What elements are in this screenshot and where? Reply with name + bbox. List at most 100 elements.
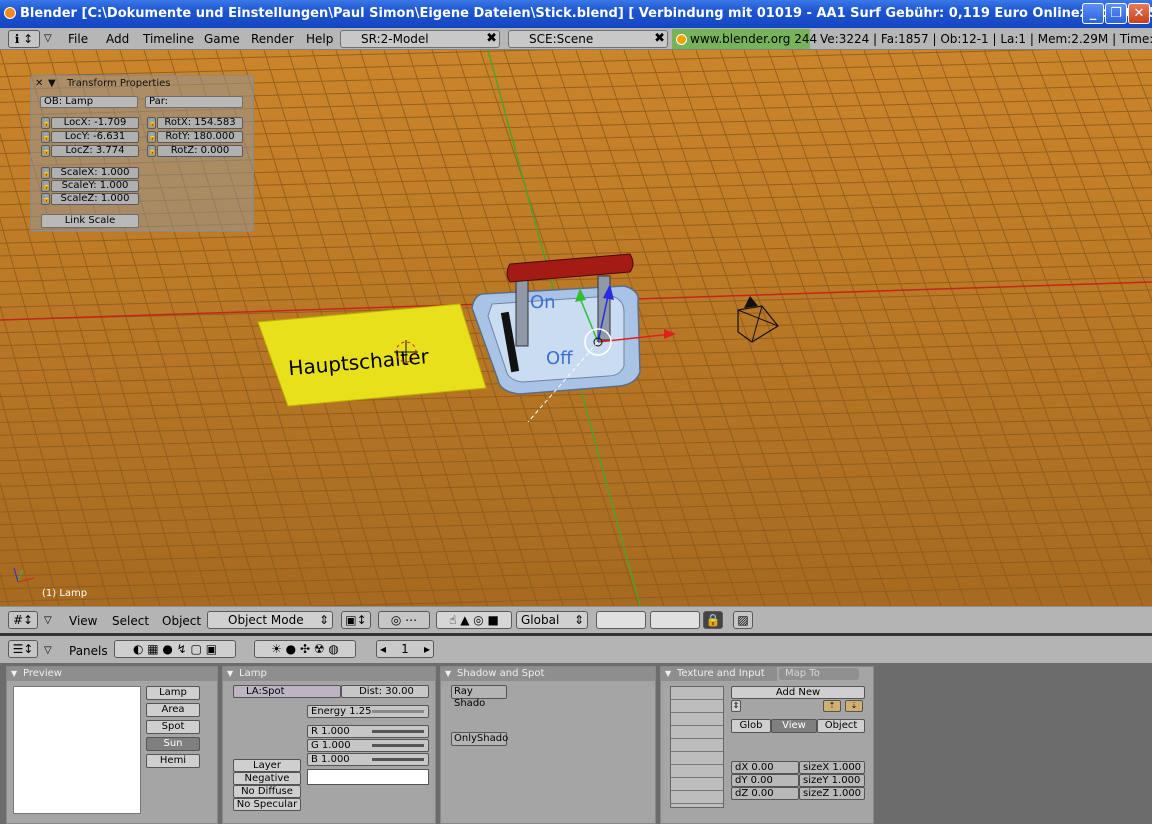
r-label: R 1.000 [311,726,350,737]
delete-screen-icon[interactable]: ✖ [486,31,497,47]
pivot-icon[interactable]: ◎ ⋯ [378,611,430,629]
layer-buttons-1[interactable] [596,611,646,629]
manipulator-icons[interactable]: ☝ ▲ ◎ ■ [436,611,512,629]
render-preview-icon[interactable]: ▨ [733,611,753,629]
lock-layers-icon[interactable]: 🔒 [703,611,723,629]
sizex-field[interactable]: sizeX 1.000 [799,761,865,774]
lock-scalex-icon[interactable]: 🔒 [41,167,51,179]
locx-field[interactable]: LocX: -1.709 [51,117,139,129]
collapse-buttons-header-icon[interactable]: ▽ [44,643,52,659]
lock-locy-icon[interactable]: 🔒 [41,131,51,143]
panels-menu[interactable]: Panels [69,643,108,659]
energy-slider[interactable]: Energy 1.25 [307,705,429,718]
switch-handle[interactable] [506,253,634,283]
dy-field[interactable]: dY 0.00 [731,774,799,787]
scalex-field[interactable]: ScaleX: 1.000 [51,167,139,179]
lock-locx-icon[interactable]: 🔒 [41,117,51,129]
lock-roty-icon[interactable]: 🔒 [147,131,157,143]
locz-field[interactable]: LocZ: 3.774 [51,145,139,157]
lock-locz-icon[interactable]: 🔒 [41,145,51,157]
lock-scalez-icon[interactable]: 🔒 [41,193,51,205]
frame-counter[interactable]: ◂ 1 ▸ [376,640,434,658]
lamp-type-area[interactable]: Area [146,703,200,717]
buttons-window-type-icon[interactable]: ☰↕ [8,640,38,658]
panel-close-icon[interactable]: ✕ [35,76,43,91]
info-window-type-icon[interactable]: ℹ ↕ [8,30,40,48]
paste-texture-icon[interactable]: ⇣ [845,700,863,712]
only-shadow-button[interactable]: OnlyShado [451,732,508,746]
lock-rotz-icon[interactable]: 🔒 [147,145,157,157]
sizez-field[interactable]: sizeZ 1.000 [799,787,865,800]
menu-select[interactable]: Select [112,613,149,629]
menu-game[interactable]: Game [204,31,240,47]
lamp-dist-field[interactable]: Dist: 30.00 [341,685,429,698]
lamp-type-lamp[interactable]: Lamp [146,686,200,700]
ray-shadow-button[interactable]: Ray Shado [451,685,507,709]
collapse-header-icon[interactable]: ▽ [44,613,52,629]
roty-field[interactable]: RotY: 180.000 [157,131,243,143]
dz-field[interactable]: dZ 0.00 [731,787,799,800]
map-to-tab[interactable]: Map To [779,668,859,680]
orientation-selector[interactable]: Global ⇕ [516,611,588,629]
glob-button[interactable]: Glob [731,719,771,733]
transform-properties-panel[interactable]: ✕ ▼ Transform Properties OB: Lamp Par: 🔒… [30,75,254,232]
draw-type-icon[interactable]: ▣↕ [341,611,371,629]
context-buttons[interactable]: ◐ ▦ ● ↯ ▢ ▣ [114,640,236,658]
texture-channels-list[interactable] [670,686,724,808]
lamp-type-sun[interactable]: Sun [146,737,200,751]
menu-timeline[interactable]: Timeline [143,31,194,47]
link-scale-button[interactable]: Link Scale [41,214,139,228]
g-slider[interactable]: G 1.000 [307,739,429,752]
dx-field[interactable]: dX 0.00 [731,761,799,774]
shading-buttons[interactable]: ☀ ● ✣ ☢ ◍ [254,640,356,658]
lamp-type-spot[interactable]: Spot [146,720,200,734]
lock-rotx-icon[interactable]: 🔒 [147,117,157,129]
menu-render[interactable]: Render [251,31,294,47]
copy-texture-icon[interactable]: ⇡ [823,700,841,712]
menu-help[interactable]: Help [306,31,333,47]
menu-object[interactable]: Object [162,613,201,629]
parent-field[interactable]: Par: [145,96,243,108]
frame-prev-icon[interactable]: ◂ [380,641,386,657]
layer-buttons-2[interactable] [650,611,700,629]
locy-field[interactable]: LocY: -6.631 [51,131,139,143]
no-diffuse-button[interactable]: No Diffuse [233,785,301,798]
frame-number: 1 [401,642,409,656]
scaley-field[interactable]: ScaleY: 1.000 [51,180,139,192]
panel-collapse-icon[interactable]: ▼ [48,76,56,91]
delete-scene-icon[interactable]: ✖ [654,31,665,47]
lamp-panel-title: Lamp [223,667,435,681]
sizey-field[interactable]: sizeY 1.000 [799,774,865,787]
scene-selector[interactable]: SCE:Scene ✖ [508,30,668,48]
menu-add[interactable]: Add [106,31,129,47]
texture-browse-icon[interactable]: ⇕ [731,700,741,712]
frame-next-icon[interactable]: ▸ [424,641,430,657]
add-new-texture-button[interactable]: Add New [731,686,865,699]
rotx-field[interactable]: RotX: 154.583 [157,117,243,129]
menu-file[interactable]: File [68,31,88,47]
b-slider[interactable]: B 1.000 [307,753,429,766]
lock-scaley-icon[interactable]: 🔒 [41,180,51,192]
no-specular-button[interactable]: No Specular [233,798,301,811]
collapse-menu-icon[interactable]: ▽ [44,31,52,47]
view-button[interactable]: View [771,719,817,733]
grid-window-type-icon[interactable]: #↕ [8,611,38,629]
minimize-button[interactable]: _ [1082,3,1104,24]
menu-view[interactable]: View [69,613,97,629]
object-button[interactable]: Object [817,719,865,733]
texture-tab[interactable]: Texture and Input [661,667,777,681]
rotz-field[interactable]: RotZ: 0.000 [157,145,243,157]
layer-button[interactable]: Layer [233,759,301,772]
object-name-field[interactable]: OB: Lamp [40,96,138,108]
lamp-color-swatch[interactable] [307,769,429,785]
negative-button[interactable]: Negative [233,772,301,785]
r-slider[interactable]: R 1.000 [307,725,429,738]
lamp-name-field[interactable]: LA:Spot [233,685,341,698]
lamp-type-hemi[interactable]: Hemi [146,754,200,768]
screen-selector[interactable]: SR:2-Model ✖ [340,30,500,48]
maximize-button[interactable]: ❐ [1105,3,1127,24]
scalez-field[interactable]: ScaleZ: 1.000 [51,193,139,205]
website-link[interactable]: www.blender.org 244 [672,29,817,49]
close-button[interactable]: ✕ [1128,3,1150,24]
mode-selector[interactable]: Object Mode ⇕ [207,611,333,629]
